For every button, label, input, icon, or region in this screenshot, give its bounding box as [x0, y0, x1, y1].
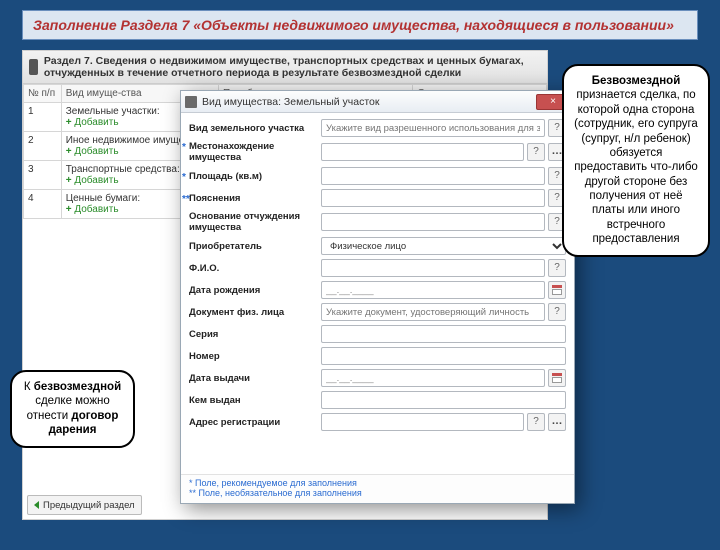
addr-input[interactable]: [321, 413, 524, 431]
slide-title: Заполнение Раздела 7 «Объекты недвижимог…: [22, 10, 698, 40]
footnote-optional: ** Поле, необязательное для заполнения: [189, 488, 566, 498]
series-label: Серия: [189, 329, 321, 340]
buyer-select[interactable]: Физическое лицо: [321, 237, 566, 255]
dob-label: Дата рождения: [189, 285, 321, 296]
prev-section-button[interactable]: Предыдущий раздел: [27, 495, 142, 515]
field-landtype: Вид земельного участка?: [189, 119, 566, 137]
cell-n: 4: [24, 190, 62, 219]
fio-input[interactable]: [321, 259, 545, 277]
dialog-title: Вид имущества: Земельный участок: [202, 96, 379, 108]
dob-input[interactable]: [321, 281, 545, 299]
marker: *: [182, 172, 186, 183]
marker: **: [182, 194, 190, 205]
section-7-title: Раздел 7. Сведения о недвижимом имуществ…: [44, 55, 541, 79]
calendar-icon[interactable]: [548, 281, 566, 299]
issuer-input[interactable]: [321, 391, 566, 409]
issued-input[interactable]: [321, 369, 545, 387]
dialog-icon: [185, 96, 197, 108]
landtype-label: Вид земельного участка: [189, 123, 321, 134]
area-label: *Площадь (кв.м): [189, 171, 321, 182]
field-issued: Дата выдачи: [189, 369, 566, 387]
field-area: *Площадь (кв.м)?: [189, 167, 566, 185]
callout-right: Безвозмездной признается сделка, по кото…: [562, 64, 710, 257]
field-notes: **Пояснения?: [189, 189, 566, 207]
field-dob: Дата рождения: [189, 281, 566, 299]
basis-label: Основание отчуждения имущества: [189, 211, 321, 233]
basis-input[interactable]: [321, 213, 545, 231]
callout-left: К безвозмездной сделке можно отнести дог…: [10, 370, 135, 448]
location-input[interactable]: [321, 143, 524, 161]
number-input[interactable]: [321, 347, 566, 365]
marker: *: [182, 142, 186, 153]
cell-n: 2: [24, 132, 62, 161]
calendar-icon[interactable]: [548, 369, 566, 387]
content-area: Раздел 7. Сведения о недвижимом имуществ…: [22, 50, 698, 520]
property-dialog: Вид имущества: Земельный участок × Вид з…: [180, 90, 575, 504]
field-issuer: Кем выдан: [189, 391, 566, 409]
cell-n: 3: [24, 161, 62, 190]
help-icon[interactable]: ?: [527, 143, 545, 161]
dialog-titlebar: Вид имущества: Земельный участок ×: [181, 91, 574, 113]
field-buyer: ПриобретательФизическое лицо: [189, 237, 566, 255]
section-7-header: Раздел 7. Сведения о недвижимом имуществ…: [23, 51, 547, 84]
ellipsis-button[interactable]: …: [548, 413, 566, 431]
field-series: Серия: [189, 325, 566, 343]
location-label: *Местонахождение имущества: [189, 141, 321, 163]
field-fio: Ф.И.О.?: [189, 259, 566, 277]
help-icon[interactable]: ?: [548, 259, 566, 277]
help-icon[interactable]: ?: [527, 413, 545, 431]
dialog-body: Вид земельного участка?*Местонахождение …: [181, 113, 574, 474]
field-number: Номер: [189, 347, 566, 365]
number-label: Номер: [189, 351, 321, 362]
help-icon[interactable]: ?: [548, 303, 566, 321]
landtype-input[interactable]: [321, 119, 545, 137]
field-addr: Адрес регистрации?…: [189, 413, 566, 431]
fio-label: Ф.И.О.: [189, 263, 321, 274]
issued-label: Дата выдачи: [189, 373, 321, 384]
addr-label: Адрес регистрации: [189, 417, 321, 428]
notes-input[interactable]: [321, 189, 545, 207]
col-n: № п/п: [24, 85, 62, 103]
issuer-label: Кем выдан: [189, 395, 321, 406]
dialog-footer: * Поле, рекомендуемое для заполнения ** …: [181, 474, 574, 503]
buyer-label: Приобретатель: [189, 241, 321, 252]
footnote-recommended: * Поле, рекомендуемое для заполнения: [189, 478, 566, 488]
notes-label: **Пояснения: [189, 193, 321, 204]
doctype-label: Документ физ. лица: [189, 307, 321, 318]
series-input[interactable]: [321, 325, 566, 343]
cell-n: 1: [24, 103, 62, 132]
section-icon: [29, 59, 38, 75]
doctype-input[interactable]: [321, 303, 545, 321]
area-input[interactable]: [321, 167, 545, 185]
field-doctype: Документ физ. лица?: [189, 303, 566, 321]
field-basis: Основание отчуждения имущества?: [189, 211, 566, 233]
field-location: *Местонахождение имущества?…: [189, 141, 566, 163]
